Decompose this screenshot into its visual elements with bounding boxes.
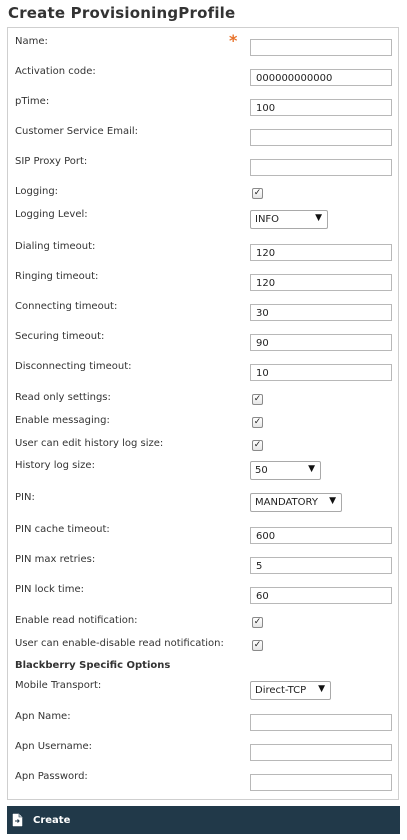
dialing-timeout-input[interactable]: 120 [250, 244, 392, 261]
row-pin-lock-time: PIN lock time: 60 [8, 582, 398, 604]
row-enable-disable-read-notification: User can enable-disable read notificatio… [8, 636, 398, 658]
enable-messaging-label: Enable messaging: [15, 415, 110, 426]
enable-disable-read-notification-label: User can enable-disable read notificatio… [15, 638, 224, 649]
history-log-size-label: History log size: [15, 460, 95, 471]
edit-history-log-size-checkbox[interactable]: ✓ [252, 440, 263, 451]
mobile-transport-value: Direct-TCP [255, 685, 307, 696]
ringing-timeout-input[interactable]: 120 [250, 274, 392, 291]
edit-history-log-size-label: User can edit history log size: [15, 438, 164, 449]
row-apn-password: Apn Password: [8, 769, 398, 791]
row-connecting-timeout: Connecting timeout: 30 [8, 299, 398, 321]
row-dialing-timeout: Dialing timeout: 120 [8, 239, 398, 261]
logging-level-select[interactable]: INFO ▼ [250, 210, 328, 229]
row-pin: PIN: MANDATORY ▼ [8, 490, 398, 512]
create-button[interactable]: Create [12, 810, 70, 830]
document-arrow-icon [12, 813, 23, 827]
pin-cache-timeout-label: PIN cache timeout: [15, 524, 110, 535]
row-apn-name: Apn Name: [8, 709, 398, 731]
row-name: Name: * [8, 31, 398, 56]
customer-service-email-input[interactable] [250, 129, 392, 146]
mobile-transport-label: Mobile Transport: [15, 680, 102, 691]
row-sip-proxy-port: SIP Proxy Port: [8, 154, 398, 176]
enable-read-notification-checkbox[interactable]: ✓ [252, 617, 263, 628]
row-pin-max-retries: PIN max retries: 5 [8, 552, 398, 574]
apn-password-label: Apn Password: [15, 771, 88, 782]
ptime-label: pTime: [15, 96, 50, 107]
chevron-down-icon: ▼ [315, 213, 322, 223]
row-apn-username: Apn Username: [8, 739, 398, 761]
customer-service-email-label: Customer Service Email: [15, 126, 139, 137]
row-enable-messaging: Enable messaging: ✓ [8, 413, 398, 435]
apn-name-input[interactable] [250, 714, 392, 731]
chevron-down-icon: ▼ [318, 684, 325, 694]
row-pin-cache-timeout: PIN cache timeout: 600 [8, 522, 398, 544]
logging-level-value: INFO [255, 214, 280, 225]
history-log-size-select[interactable]: 50 ▼ [250, 461, 321, 480]
enable-disable-read-notification-checkbox[interactable]: ✓ [252, 640, 263, 651]
ptime-input[interactable]: 100 [250, 99, 392, 116]
ringing-timeout-label: Ringing timeout: [15, 271, 99, 282]
create-button-label: Create [33, 814, 71, 826]
provisioning-profile-form: Name: * Activation code: 000000000000 pT… [7, 27, 399, 800]
row-logging: Logging: ✓ [8, 184, 398, 206]
chevron-down-icon: ▼ [308, 464, 315, 474]
connecting-timeout-input[interactable]: 30 [250, 304, 392, 321]
pin-max-retries-label: PIN max retries: [15, 554, 96, 565]
row-ringing-timeout: Ringing timeout: 120 [8, 269, 398, 291]
apn-username-label: Apn Username: [15, 741, 93, 752]
sip-proxy-port-input[interactable] [250, 159, 392, 176]
chevron-down-icon: ▼ [329, 496, 336, 506]
required-asterisk: * [229, 31, 238, 50]
row-ptime: pTime: 100 [8, 94, 398, 116]
page-title: Create ProvisioningProfile [8, 4, 236, 22]
pin-lock-time-input[interactable]: 60 [250, 587, 392, 604]
section-title: Blackberry Specific Options [15, 660, 171, 671]
sip-proxy-port-label: SIP Proxy Port: [15, 156, 88, 167]
connecting-timeout-label: Connecting timeout: [15, 301, 118, 312]
apn-name-label: Apn Name: [15, 711, 71, 722]
history-log-size-value: 50 [255, 465, 268, 476]
activation-code-input[interactable]: 000000000000 [250, 69, 392, 86]
name-label: Name: [15, 36, 48, 47]
row-mobile-transport: Mobile Transport: Direct-TCP ▼ [8, 678, 398, 700]
row-activation-code: Activation code: 000000000000 [8, 64, 398, 86]
logging-label: Logging: [15, 186, 59, 197]
enable-messaging-checkbox[interactable]: ✓ [252, 417, 263, 428]
apn-password-input[interactable] [250, 774, 392, 791]
action-bar: Create [7, 806, 400, 834]
logging-level-label: Logging Level: [15, 209, 88, 220]
row-customer-service-email: Customer Service Email: [8, 124, 398, 146]
row-history-log-size: History log size: 50 ▼ [8, 458, 398, 480]
row-edit-history-log-size: User can edit history log size: ✓ [8, 436, 398, 458]
name-input[interactable] [250, 39, 392, 56]
disconnecting-timeout-input[interactable]: 10 [250, 364, 392, 381]
enable-read-notification-label: Enable read notification: [15, 615, 138, 626]
read-only-settings-checkbox[interactable]: ✓ [252, 394, 263, 405]
read-only-settings-label: Read only settings: [15, 392, 111, 403]
pin-value: MANDATORY [255, 497, 318, 508]
pin-lock-time-label: PIN lock time: [15, 584, 84, 595]
row-enable-read-notification: Enable read notification: ✓ [8, 613, 398, 635]
disconnecting-timeout-label: Disconnecting timeout: [15, 361, 132, 372]
row-disconnecting-timeout: Disconnecting timeout: 10 [8, 359, 398, 381]
pin-label: PIN: [15, 492, 35, 503]
dialing-timeout-label: Dialing timeout: [15, 241, 96, 252]
row-logging-level: Logging Level: INFO ▼ [8, 207, 398, 229]
mobile-transport-select[interactable]: Direct-TCP ▼ [250, 681, 331, 700]
row-securing-timeout: Securing timeout: 90 [8, 329, 398, 351]
pin-select[interactable]: MANDATORY ▼ [250, 493, 342, 512]
activation-code-label: Activation code: [15, 66, 96, 77]
pin-cache-timeout-input[interactable]: 600 [250, 527, 392, 544]
securing-timeout-label: Securing timeout: [15, 331, 105, 342]
row-blackberry-section: Blackberry Specific Options [8, 658, 398, 680]
securing-timeout-input[interactable]: 90 [250, 334, 392, 351]
logging-checkbox[interactable]: ✓ [252, 188, 263, 199]
row-read-only-settings: Read only settings: ✓ [8, 390, 398, 412]
apn-username-input[interactable] [250, 744, 392, 761]
pin-max-retries-input[interactable]: 5 [250, 557, 392, 574]
